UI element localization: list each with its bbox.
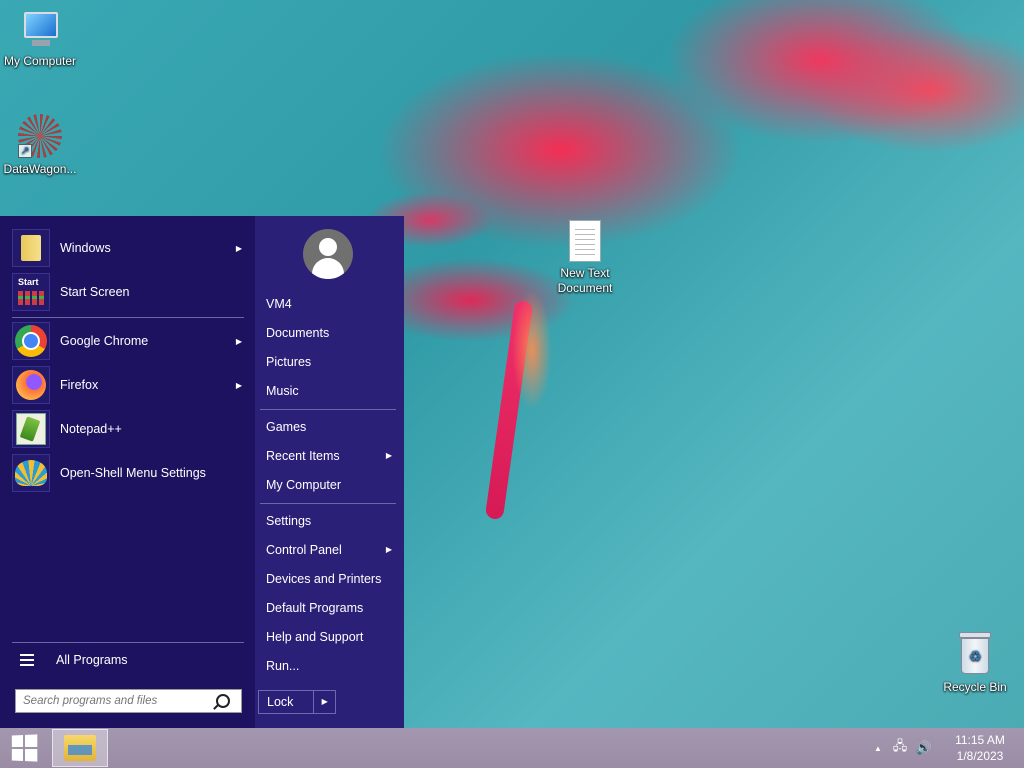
all-programs-button[interactable]: All Programs bbox=[12, 644, 246, 676]
show-hidden-icons-chevron-icon[interactable]: ▲ bbox=[868, 744, 888, 753]
menu-item-label: Documents bbox=[266, 326, 330, 340]
desktop-icon-datawagon[interactable]: ↗ DataWagon... bbox=[0, 114, 80, 176]
menu-separator bbox=[260, 503, 396, 504]
list-icon bbox=[20, 654, 34, 666]
submenu-arrow-icon: ▶ bbox=[235, 243, 242, 253]
start-button[interactable] bbox=[0, 728, 48, 768]
submenu-arrow-icon: ▶ bbox=[385, 545, 392, 554]
menu-separator bbox=[260, 409, 396, 410]
lock-options-arrow-icon[interactable]: ▶ bbox=[314, 691, 335, 713]
computer-icon bbox=[18, 10, 62, 50]
menu-item-vm4[interactable]: VM4 bbox=[266, 293, 396, 315]
desktop-icon-my-computer[interactable]: My Computer bbox=[0, 10, 80, 68]
windows-logo-icon bbox=[11, 734, 38, 762]
menu-item-label: Firefox bbox=[60, 378, 99, 392]
folder-icon bbox=[12, 229, 50, 267]
menu-item-settings[interactable]: Settings bbox=[266, 510, 396, 532]
submenu-arrow-icon: ▶ bbox=[235, 336, 242, 346]
search-box[interactable] bbox=[15, 689, 242, 713]
menu-item-documents[interactable]: Documents bbox=[266, 322, 396, 344]
menu-item-label: Notepad++ bbox=[60, 422, 122, 436]
desktop-icon-recycle-bin[interactable]: Recycle Bin bbox=[935, 632, 1015, 694]
menu-separator bbox=[12, 642, 244, 643]
search-icon[interactable] bbox=[216, 694, 230, 708]
submenu-arrow-icon: ▶ bbox=[385, 451, 392, 460]
menu-item-help-and-support[interactable]: Help and Support bbox=[266, 626, 396, 648]
notepad-plus-plus-icon bbox=[12, 410, 50, 448]
chrome-icon bbox=[12, 322, 50, 360]
clock[interactable]: 11:15 AM 1/8/2023 bbox=[936, 732, 1024, 764]
menu-item-start-screen[interactable]: Start Start Screen bbox=[12, 272, 246, 312]
menu-item-label: Music bbox=[266, 384, 299, 398]
desktop-icon-label: New Text Document bbox=[557, 266, 613, 295]
menu-item-label: Devices and Printers bbox=[266, 572, 382, 586]
menu-item-label: Open-Shell Menu Settings bbox=[60, 466, 206, 480]
desktop-icon-label: My Computer bbox=[3, 54, 77, 68]
menu-item-firefox[interactable]: Firefox ▶ bbox=[12, 365, 246, 405]
menu-item-label: Google Chrome bbox=[60, 334, 149, 348]
all-programs-label: All Programs bbox=[56, 653, 128, 667]
menu-item-my-computer[interactable]: My Computer bbox=[266, 474, 396, 496]
taskbar-file-explorer-button[interactable] bbox=[52, 729, 108, 767]
clock-date: 1/8/2023 bbox=[956, 749, 1004, 763]
menu-item-pictures[interactable]: Pictures bbox=[266, 351, 396, 373]
menu-item-label: VM4 bbox=[266, 297, 292, 311]
wallpaper-flower-pistil bbox=[512, 290, 552, 410]
desktop-icon-new-text-document[interactable]: New Text Document bbox=[545, 220, 625, 296]
menu-item-google-chrome[interactable]: Google Chrome ▶ bbox=[12, 321, 246, 361]
lock-button-label: Lock bbox=[259, 691, 315, 713]
menu-item-notepad-plus-plus[interactable]: Notepad++ bbox=[12, 409, 246, 449]
menu-item-music[interactable]: Music bbox=[266, 380, 396, 402]
recycle-bin-icon bbox=[957, 632, 993, 676]
menu-item-label: Help and Support bbox=[266, 630, 364, 644]
volume-icon[interactable]: 🔊 bbox=[912, 740, 936, 756]
menu-item-windows[interactable]: Windows ▶ bbox=[12, 228, 246, 268]
file-explorer-icon bbox=[64, 735, 96, 761]
menu-separator bbox=[12, 317, 244, 318]
submenu-arrow-icon: ▶ bbox=[235, 380, 242, 390]
menu-item-label: Games bbox=[266, 420, 307, 434]
start-screen-icon: Start bbox=[12, 273, 50, 311]
system-tray: ▲ 🖧 🔊 11:15 AM 1/8/2023 bbox=[868, 728, 1024, 768]
menu-item-label: My Computer bbox=[266, 478, 342, 492]
menu-item-label: Run... bbox=[266, 659, 300, 673]
search-input[interactable] bbox=[16, 695, 212, 707]
menu-item-label: Windows bbox=[60, 241, 111, 255]
user-avatar[interactable] bbox=[303, 229, 353, 279]
menu-item-default-programs[interactable]: Default Programs bbox=[266, 597, 396, 619]
menu-item-control-panel[interactable]: Control Panel ▶ bbox=[266, 539, 396, 561]
menu-item-label: Control Panel bbox=[266, 543, 342, 557]
menu-item-label: Recent Items bbox=[266, 449, 340, 463]
firefox-icon bbox=[12, 366, 50, 404]
open-shell-icon bbox=[12, 454, 50, 492]
taskbar: ▲ 🖧 🔊 11:15 AM 1/8/2023 bbox=[0, 728, 1024, 768]
menu-item-label: Start Screen bbox=[60, 285, 130, 299]
menu-item-run[interactable]: Run... bbox=[266, 655, 396, 677]
menu-item-label: Settings bbox=[266, 514, 312, 528]
desktop-icon-label: DataWagon... bbox=[3, 162, 77, 176]
datawagon-icon: ↗ bbox=[18, 114, 62, 158]
clock-time: 11:15 AM bbox=[955, 733, 1005, 747]
desktop-icon-label: Recycle Bin bbox=[943, 680, 1007, 694]
lock-button[interactable]: Lock ▶ bbox=[258, 690, 336, 714]
menu-item-recent-items[interactable]: Recent Items ▶ bbox=[266, 445, 396, 467]
network-icon[interactable]: 🖧 bbox=[888, 737, 912, 759]
menu-item-label: Pictures bbox=[266, 355, 312, 369]
text-document-icon bbox=[569, 220, 601, 262]
menu-item-label: Default Programs bbox=[266, 601, 364, 615]
menu-item-open-shell-settings[interactable]: Open-Shell Menu Settings bbox=[12, 453, 246, 493]
menu-item-devices-and-printers[interactable]: Devices and Printers bbox=[266, 568, 396, 590]
menu-item-games[interactable]: Games bbox=[266, 416, 396, 438]
